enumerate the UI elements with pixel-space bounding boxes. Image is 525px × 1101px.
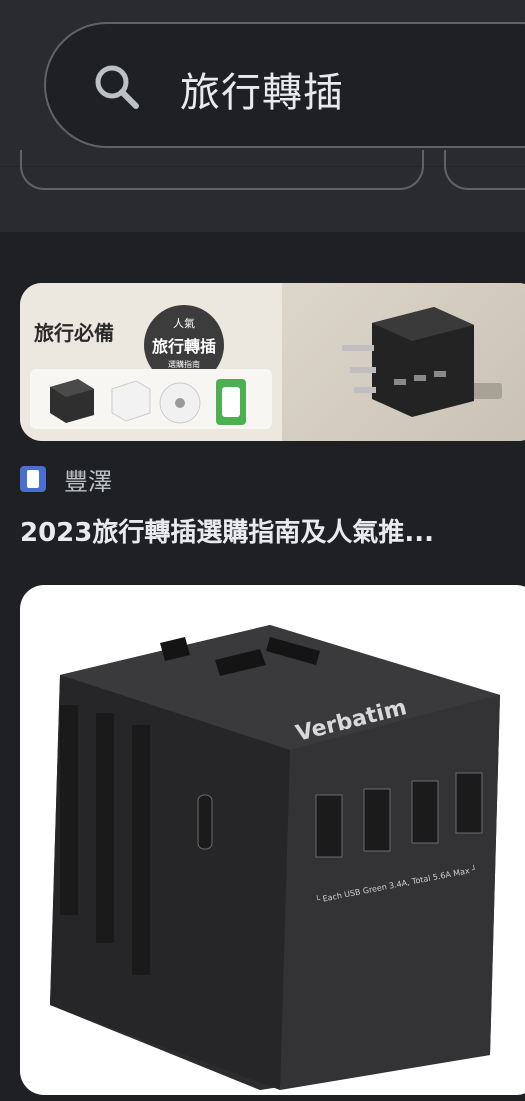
search-bar[interactable]: 旅行轉插 [44, 22, 525, 148]
filter-chip-right[interactable] [444, 150, 525, 190]
source-name: 豐澤 [64, 467, 112, 496]
result-source[interactable]: 豐澤 [20, 462, 112, 496]
search-results-page: 旅行轉插 旅行必備 人氣 旅行轉插 選購指南 豐澤 2023旅行轉插選購指南及人… [0, 0, 525, 1101]
adapter-products-illustration [50, 379, 246, 425]
result-thumbnail-2[interactable]: Verbatim └ Each USB Green 3.4A, Total 5.… [20, 585, 525, 1095]
result-title[interactable]: 2023旅行轉插選購指南及人氣推... [20, 512, 510, 549]
search-header: 旅行轉插 [0, 0, 525, 232]
thumbnail-product-row [30, 369, 272, 429]
thumbnail-adapter-photo [282, 283, 525, 441]
travel-adapter-image [342, 307, 502, 417]
badge-line-1: 人氣 [173, 317, 195, 330]
search-query-text[interactable]: 旅行轉插 [180, 60, 344, 118]
feng-tak-favicon [20, 466, 46, 492]
filter-chip-left[interactable] [20, 150, 424, 190]
thumbnail-caption: 旅行必備 [34, 321, 114, 345]
verbatim-adapter-image: Verbatim └ Each USB Green 3.4A, Total 5.… [50, 625, 500, 1090]
thumbnail-promo-panel: 旅行必備 人氣 旅行轉插 選購指南 [20, 283, 282, 441]
badge-line-2: 旅行轉插 [151, 337, 216, 356]
result-thumbnail-1[interactable]: 旅行必備 人氣 旅行轉插 選購指南 [20, 283, 525, 441]
search-icon[interactable] [92, 62, 142, 112]
